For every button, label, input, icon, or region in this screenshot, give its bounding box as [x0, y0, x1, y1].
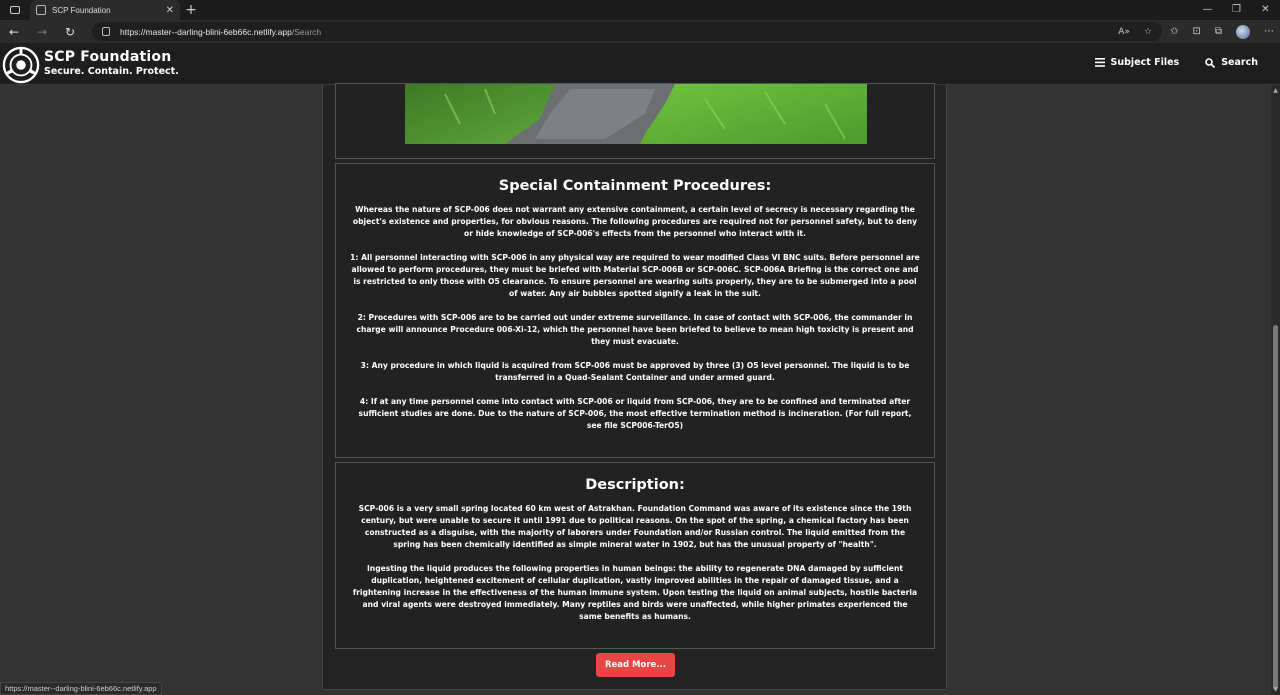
image-card	[335, 83, 935, 159]
description-paragraph: SCP-006 is a very small spring located 6…	[358, 504, 912, 549]
favorites-icon[interactable]: ✩	[1170, 26, 1178, 37]
scroll-up-icon[interactable]: ▲	[1271, 87, 1280, 94]
forward-icon[interactable]: →	[28, 25, 56, 39]
site-header: SCP Foundation Secure. Contain. Protect.…	[0, 43, 1280, 85]
site-name: SCP Foundation	[44, 49, 172, 65]
more-menu-icon[interactable]: ⋯	[1264, 26, 1274, 37]
browser-tabbar: SCP Foundation ✕ + — ❐ ✕	[0, 0, 1280, 20]
scp-006-photo	[405, 84, 867, 144]
containment-paragraph: Whereas the nature of SCP-006 does not w…	[352, 205, 918, 238]
scroll-down-icon[interactable]: ▼	[1271, 686, 1280, 693]
description-paragraph: Ingesting the liquid produces the follow…	[352, 564, 918, 621]
containment-paragraph: 1: All personnel interacting with SCP-00…	[350, 253, 920, 298]
nav-subject-files[interactable]: Subject Files	[1094, 57, 1180, 68]
back-icon[interactable]: ←	[0, 25, 28, 39]
read-aloud-icon[interactable]: A»	[1118, 27, 1130, 37]
brand[interactable]: SCP Foundation Secure. Contain. Protect.	[44, 49, 179, 77]
description-card: Description: SCP-006 is a very small spr…	[335, 462, 935, 649]
nav-subject-files-label: Subject Files	[1110, 57, 1180, 68]
scp-logo-icon[interactable]	[2, 46, 40, 84]
description-heading: Description:	[585, 477, 685, 493]
site-tagline: Secure. Contain. Protect.	[44, 66, 179, 77]
close-tab-icon[interactable]: ✕	[166, 5, 174, 16]
address-bar[interactable]: https://master--darling-blini-6eb66c.net…	[92, 22, 1162, 41]
split-screen-icon[interactable]: ⊡	[1192, 26, 1200, 37]
window-controls: — ❐ ✕	[1193, 0, 1280, 20]
menu-icon	[1094, 58, 1105, 67]
browser-toolbar: ← → ↻ https://master--darling-blini-6eb6…	[0, 20, 1280, 43]
containment-heading: Special Containment Procedures:	[498, 178, 772, 194]
read-more-button[interactable]: Read More...	[596, 653, 675, 677]
minimize-icon[interactable]: —	[1193, 0, 1222, 20]
profile-avatar[interactable]	[1236, 24, 1250, 39]
page-scrollbar[interactable]: ▲ ▼	[1271, 85, 1280, 695]
url-host: https://master--darling-blini-6eb66c.net…	[120, 26, 292, 37]
add-favorite-icon[interactable]: ☆	[1144, 27, 1152, 37]
browser-tab[interactable]: SCP Foundation ✕	[30, 0, 180, 20]
containment-paragraph: 3: Any procedure in which liquid is acqu…	[360, 361, 910, 382]
search-icon	[1205, 57, 1216, 68]
tab-title: SCP Foundation	[52, 5, 111, 15]
favicon-icon	[36, 5, 46, 15]
tab-actions-icon[interactable]	[0, 0, 30, 20]
containment-paragraph: 2: Procedures with SCP-006 are to be car…	[356, 313, 914, 346]
restore-icon[interactable]: ❐	[1222, 0, 1251, 20]
nav-search[interactable]: Search	[1205, 57, 1258, 68]
collections-icon[interactable]: ⧉	[1215, 26, 1222, 37]
new-tab-button[interactable]: +	[180, 2, 202, 18]
nav-search-label: Search	[1221, 57, 1258, 68]
containment-card: Special Containment Procedures: Whereas …	[335, 163, 935, 458]
close-window-icon[interactable]: ✕	[1251, 0, 1280, 20]
containment-paragraph: 4: If at any time personnel come into co…	[358, 397, 912, 430]
lock-icon[interactable]	[102, 27, 110, 36]
status-bar-url: https://master--darling-blini-6eb66c.net…	[0, 682, 162, 695]
main-content: Special Containment Procedures: Whereas …	[322, 83, 947, 690]
scrollbar-thumb[interactable]	[1273, 325, 1278, 690]
reload-icon[interactable]: ↻	[56, 25, 84, 39]
url-path: /Search	[291, 26, 322, 37]
